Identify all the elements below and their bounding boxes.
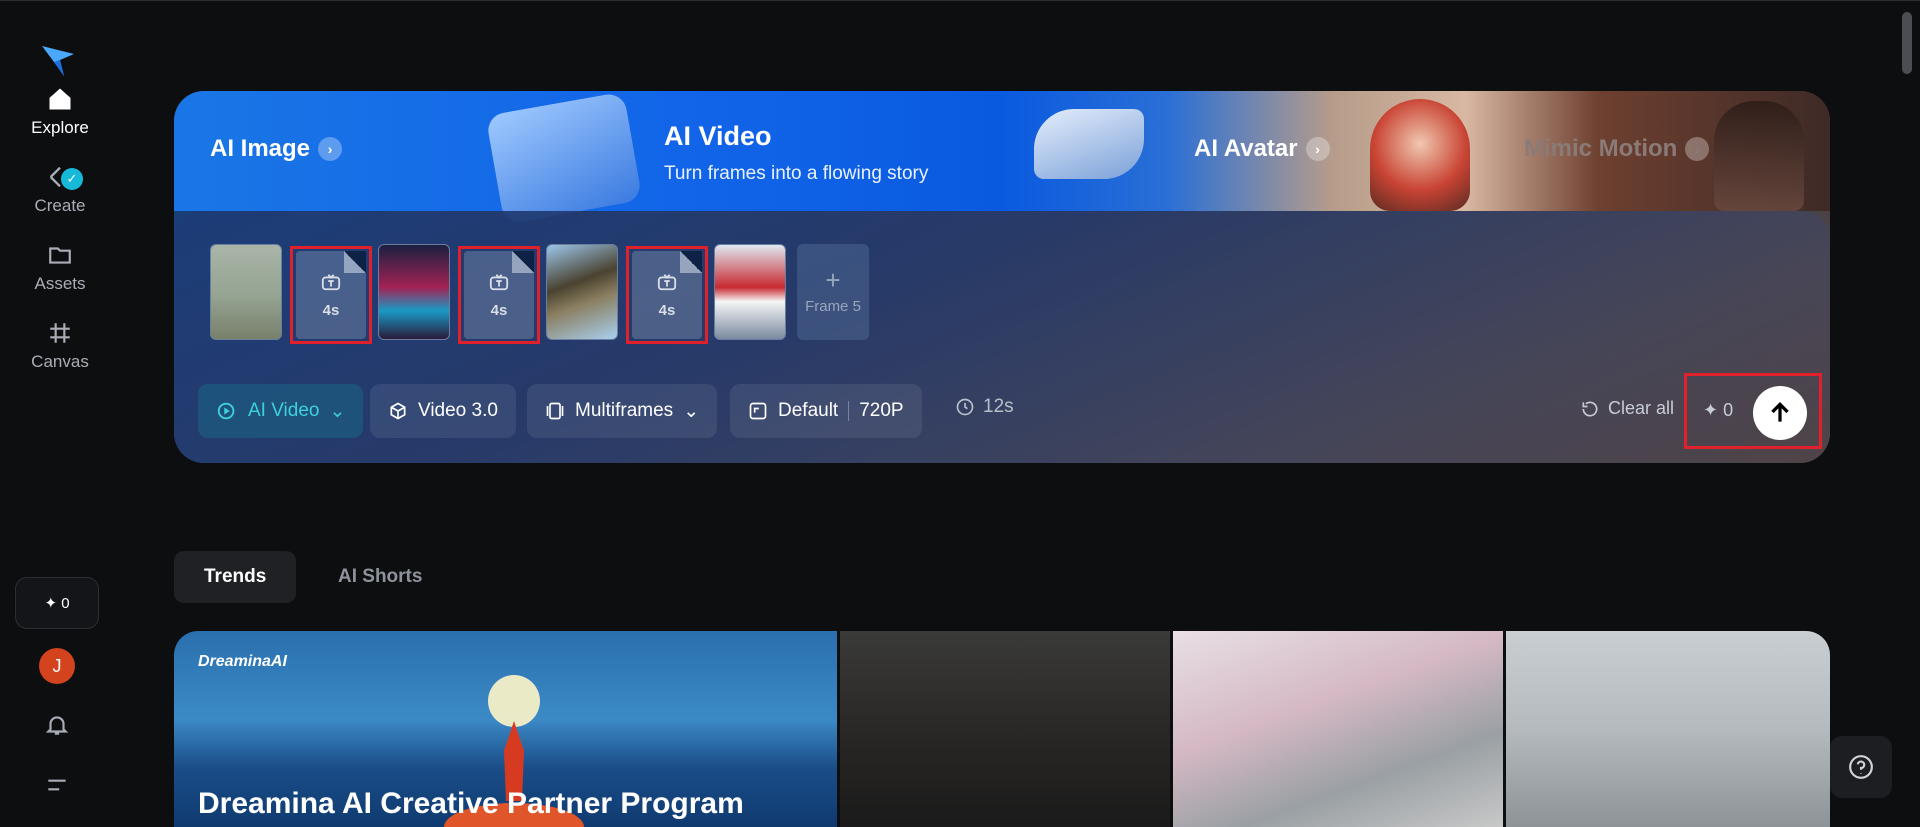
gallery-card[interactable] — [840, 631, 1170, 827]
divider — [848, 401, 850, 421]
sidebar-item-label: Create — [34, 196, 86, 215]
add-frame-label: Frame 5 — [805, 297, 861, 315]
transition-duration: 4s — [322, 301, 340, 319]
sidebar-item-canvas[interactable]: Canvas — [0, 318, 120, 372]
frame-thumbnail[interactable] — [210, 244, 282, 340]
transition-slot[interactable]: 4s — [290, 246, 372, 344]
reset-icon — [1582, 401, 1598, 417]
text-prompt-icon — [657, 273, 677, 290]
clear-all-button[interactable]: Clear all — [1580, 398, 1674, 419]
folder-icon — [45, 240, 75, 270]
transition-duration: 4s — [658, 301, 676, 319]
sidebar-item-assets[interactable]: Assets — [0, 240, 120, 294]
gallery-card[interactable] — [1506, 631, 1830, 827]
mimic-motion-link[interactable]: Mimic Motion › — [1524, 135, 1710, 163]
frame-thumbnail[interactable] — [546, 244, 618, 340]
transition-duration: 4s — [490, 301, 508, 319]
ai-avatar-link[interactable]: AI Avatar › — [1194, 135, 1330, 163]
credits-counter[interactable]: ✦ 0 — [15, 577, 99, 629]
mode-select[interactable]: AI Video ⌄ — [198, 384, 364, 438]
banner-subtitle: Turn frames into a flowing story — [664, 163, 929, 184]
card-title: Dreamina AI Creative Partner Program — [198, 787, 744, 820]
video-mode-icon — [217, 402, 235, 420]
top-border — [0, 0, 1920, 1]
frame-thumbnail[interactable] — [378, 244, 450, 340]
help-button[interactable] — [1830, 736, 1892, 798]
dreamina-logo-icon[interactable] — [38, 40, 78, 80]
plus-icon: + — [825, 264, 841, 295]
ai-image-label: AI Image — [210, 135, 311, 162]
sidebar: Explore ✓ Create Assets Canvas ✦ 0 J — [0, 0, 120, 827]
sidebar-item-label: Canvas — [31, 352, 89, 371]
whale-artwork — [485, 91, 643, 225]
ai-image-link[interactable]: AI Image › — [210, 135, 343, 163]
fold-corner — [512, 251, 534, 273]
check-badge-icon: ✓ — [61, 168, 83, 190]
multiframes-icon — [546, 402, 564, 420]
sidebar-item-label: Explore — [31, 118, 89, 137]
model-select[interactable]: Video 3.0 — [370, 384, 516, 438]
gallery-card[interactable] — [1173, 631, 1503, 827]
cost-credits-value: 0 — [1723, 400, 1734, 420]
question-icon — [1849, 755, 1873, 779]
clear-all-label: Clear all — [1608, 398, 1675, 418]
chevron-right-icon: › — [1305, 137, 1330, 161]
frames-mode-label: Multiframes — [575, 400, 674, 421]
menu-icon[interactable] — [44, 772, 70, 798]
arrow-up-icon — [1771, 402, 1789, 422]
mimic-motion-label: Mimic Motion — [1524, 135, 1678, 162]
transition-slot[interactable]: 4s — [458, 246, 540, 344]
duration-select[interactable]: 12s — [955, 396, 1014, 418]
tab-trends[interactable]: Trends — [174, 551, 297, 603]
duration-label: 12s — [983, 396, 1014, 417]
frame-thumbnail[interactable] — [714, 244, 786, 340]
airplane-artwork — [1034, 109, 1144, 179]
card-brand: DreaminaAI — [198, 653, 287, 670]
banner-title: AI Video — [664, 121, 772, 151]
avatar-character-artwork — [1370, 99, 1470, 211]
transition-slot[interactable]: 4s — [626, 246, 708, 344]
generate-button[interactable] — [1753, 386, 1807, 440]
model-label: Video 3.0 — [418, 400, 498, 421]
cube-icon — [390, 402, 406, 420]
scrollbar[interactable] — [1902, 12, 1912, 74]
sidebar-item-create[interactable]: ✓ Create — [0, 162, 120, 216]
create-icon: ✓ — [45, 162, 83, 192]
feature-banner: AI Image › AI Video Turn frames into a f… — [174, 91, 1830, 225]
fold-corner — [344, 251, 366, 273]
mode-label: AI Video — [248, 400, 320, 421]
aspect-ratio-icon — [749, 402, 767, 420]
text-prompt-icon — [321, 273, 341, 290]
sidebar-item-explore[interactable]: Explore — [0, 84, 120, 138]
fold-corner — [680, 251, 702, 273]
canvas-icon — [45, 318, 75, 348]
resolution-label: 720P — [859, 400, 904, 421]
clock-icon — [956, 398, 974, 416]
frames-mode-select[interactable]: Multiframes ⌄ — [527, 384, 718, 438]
chevron-down-icon: ⌄ — [683, 400, 700, 422]
chevron-right-icon: › — [1685, 137, 1710, 161]
ratio-label: Default — [778, 400, 839, 421]
avatar[interactable]: J — [39, 648, 75, 684]
bell-icon[interactable] — [44, 712, 70, 738]
submit-group: ✦ 0 — [1684, 373, 1822, 449]
chevron-right-icon: › — [318, 137, 343, 161]
gallery-card-featured[interactable]: DreaminaAI Dreamina AI Creative Partner … — [174, 631, 837, 827]
ai-avatar-label: AI Avatar — [1194, 135, 1298, 162]
home-icon — [45, 84, 75, 114]
cost-credits: ✦ 0 — [1703, 400, 1734, 420]
ratio-resolution-select[interactable]: Default 720P — [730, 384, 922, 438]
text-prompt-icon — [489, 273, 509, 290]
chevron-down-icon: ⌄ — [329, 400, 346, 422]
dancer-artwork — [1714, 101, 1804, 211]
sidebar-item-label: Assets — [34, 274, 86, 293]
tab-ai-shorts[interactable]: AI Shorts — [308, 551, 452, 603]
add-frame-button[interactable]: + Frame 5 — [797, 244, 869, 340]
